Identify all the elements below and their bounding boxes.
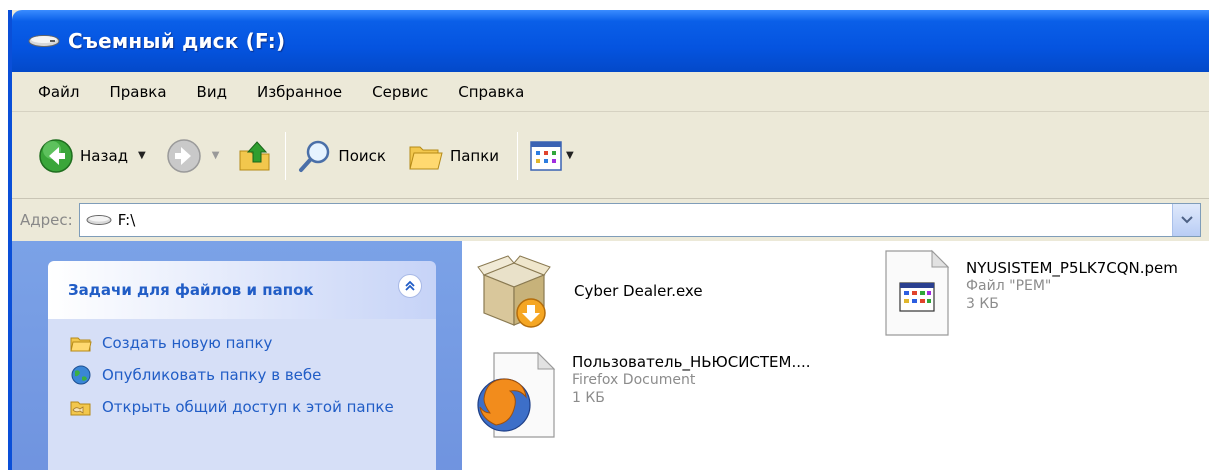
- firefox-document-icon: [477, 351, 556, 438]
- file-type: Firefox Document: [572, 372, 696, 388]
- views-icon: [530, 140, 562, 171]
- up-folder-icon: [239, 140, 270, 170]
- file-name: Пользователь_НЬЮСИСТЕМ....: [572, 353, 811, 371]
- toolbar-separator: [517, 131, 519, 180]
- menu-help[interactable]: Справка: [458, 83, 524, 101]
- pem-file-icon: [885, 249, 950, 336]
- views-dropdown-icon[interactable]: ▼: [566, 150, 574, 161]
- forward-button[interactable]: ▼: [166, 134, 220, 178]
- file-name: Cyber Dealer.exe: [574, 282, 703, 300]
- address-value: F:\: [117, 211, 136, 229]
- folders-button[interactable]: Папки: [408, 134, 499, 178]
- share-folder-icon: [70, 401, 91, 416]
- toolbar: Назад ▼ ▼ Поиск Папки ▼: [12, 113, 1209, 199]
- task-label: Опубликовать папку в вебе: [102, 366, 322, 384]
- search-label: Поиск: [338, 146, 386, 165]
- search-button[interactable]: Поиск: [298, 134, 386, 178]
- menu-file[interactable]: Файл: [38, 83, 79, 101]
- removable-drive-icon: [86, 215, 112, 225]
- back-dropdown-icon[interactable]: ▼: [138, 150, 146, 161]
- menu-view[interactable]: Вид: [197, 83, 227, 101]
- back-label: Назад: [80, 146, 129, 165]
- explorer-window: Съемный диск (F:) Файл Правка Вид Избран…: [8, 10, 1209, 470]
- search-icon: [299, 140, 330, 172]
- publish-web-icon: [71, 365, 91, 385]
- file-size: 1 КБ: [572, 390, 605, 406]
- removable-drive-icon: [28, 35, 60, 47]
- new-folder-icon: [70, 337, 92, 352]
- title-bar[interactable]: Съемный диск (F:): [12, 10, 1209, 72]
- file-name: NYUSISTEM_P5LK7CQN.pem: [966, 259, 1178, 277]
- forward-dropdown-icon[interactable]: ▼: [212, 150, 220, 161]
- address-bar: Адрес: F:\: [12, 200, 1209, 240]
- tasks-body: Создать новую папку Опубликовать папку в…: [48, 319, 436, 470]
- menu-edit[interactable]: Правка: [109, 83, 166, 101]
- task-label: Открыть общий доступ к этой папке: [102, 398, 394, 416]
- address-input[interactable]: F:\: [78, 203, 1201, 237]
- file-item[interactable]: Пользователь_НЬЮСИСТЕМ.... Firefox Docum…: [476, 349, 811, 439]
- menu-tools[interactable]: Сервис: [372, 83, 428, 101]
- task-publish-web[interactable]: Опубликовать папку в вебе: [70, 365, 436, 385]
- task-pane: Задачи для файлов и папок Создать новую …: [12, 241, 462, 470]
- up-folder-button[interactable]: [237, 134, 273, 178]
- menu-favorites[interactable]: Избранное: [257, 83, 342, 101]
- file-type: Файл "PEM": [966, 278, 1052, 294]
- file-list: Cyber Dealer.exe NYUSISTEM_P5LK7CQN.pem …: [462, 241, 1209, 470]
- file-item[interactable]: Cyber Dealer.exe: [474, 251, 703, 331]
- folders-icon: [409, 146, 443, 169]
- folders-label: Папки: [449, 146, 500, 165]
- collapse-icon[interactable]: [398, 274, 422, 298]
- toolbar-separator: [285, 131, 287, 180]
- address-dropdown-button[interactable]: [1172, 204, 1200, 236]
- chevron-down-icon: [1180, 216, 1193, 224]
- task-new-folder[interactable]: Создать новую папку: [70, 333, 436, 353]
- file-item[interactable]: NYUSISTEM_P5LK7CQN.pem Файл "PEM" 3 КБ: [882, 249, 1178, 337]
- back-button[interactable]: Назад ▼: [38, 134, 146, 178]
- task-label: Создать новую папку: [102, 334, 273, 352]
- task-share-folder[interactable]: Открыть общий доступ к этой папке: [70, 397, 436, 417]
- forward-arrow-icon: [166, 138, 201, 173]
- file-folder-tasks-panel: Задачи для файлов и папок Создать новую …: [48, 261, 436, 470]
- views-button[interactable]: ▼: [530, 134, 574, 178]
- back-arrow-icon: [39, 138, 73, 173]
- menu-bar: Файл Правка Вид Избранное Сервис Справка: [12, 72, 1209, 112]
- tasks-title: Задачи для файлов и папок: [68, 281, 314, 299]
- address-label: Адрес:: [20, 211, 73, 229]
- tasks-header[interactable]: Задачи для файлов и папок: [48, 261, 436, 319]
- installer-box-icon: [477, 255, 551, 328]
- file-size: 3 КБ: [966, 296, 999, 312]
- window-title: Съемный диск (F:): [68, 29, 286, 53]
